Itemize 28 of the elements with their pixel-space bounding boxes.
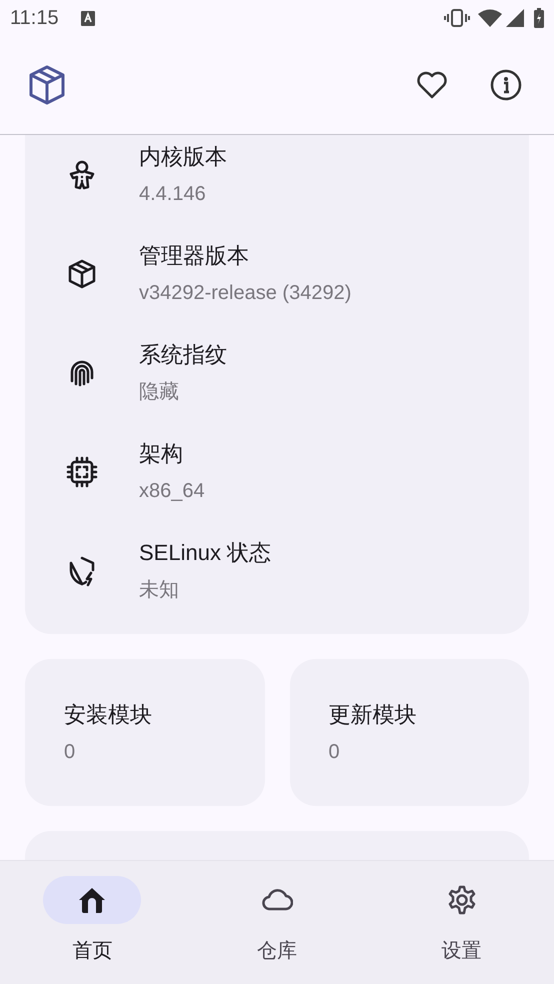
info-value: 未知 [139,578,180,602]
info-title: 内核版本 [139,142,227,170]
card-label: 安装模块 [64,700,153,728]
info-title: SELinux 状态 [139,538,272,566]
signal-icon [506,9,524,27]
module-count-card[interactable]: 安装模块 0 [25,659,264,806]
wifi-icon [478,9,502,27]
module-count-card[interactable]: 更新模块 0 [290,659,529,806]
keyboard-icon [80,10,95,26]
card-value: 0 [64,740,76,764]
cube-icon [28,65,66,105]
card-label: 更新模块 [328,700,418,728]
card-value: 0 [328,740,341,764]
info-title: 系统指纹 [139,340,227,368]
nav-tab[interactable]: 仓库 [184,876,370,966]
vibrate-icon [444,9,470,27]
info-value: 4.4.146 [139,182,207,206]
status-time: 11:15 [10,6,59,31]
info-value: v34292-release (34292) [139,280,352,306]
info-title: 管理器版本 [139,242,250,270]
info-value: 隐藏 [139,380,180,404]
nav-tab[interactable]: 首页 [0,876,185,966]
info-title: 架构 [139,440,184,468]
nav-tab[interactable]: 设置 [369,876,554,966]
info-value: x86_64 [139,478,205,504]
chip-icon [66,456,98,488]
battery-icon [534,8,544,28]
cube-icon [66,258,98,290]
